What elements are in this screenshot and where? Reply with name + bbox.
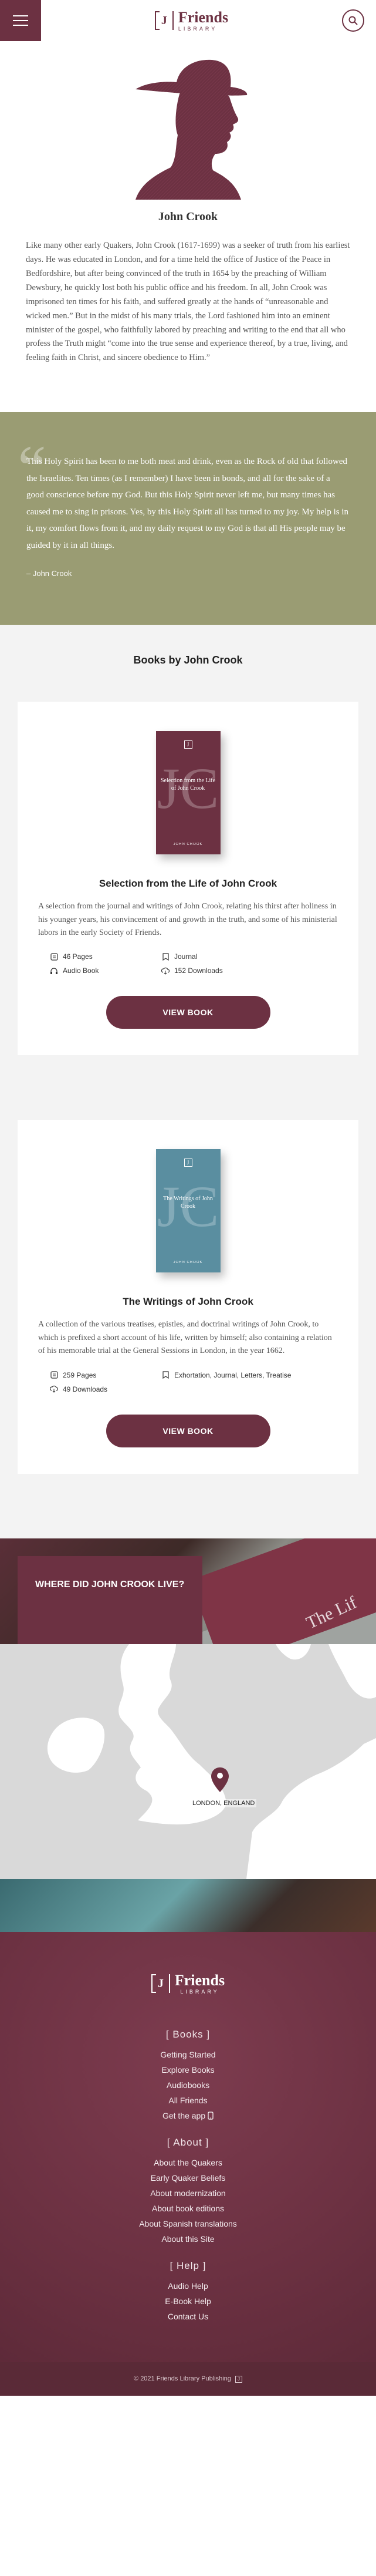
page-count: 46 Pages bbox=[63, 952, 93, 961]
footer-link-all-friends[interactable]: All Friends bbox=[0, 2096, 376, 2105]
logo-title: Friends bbox=[178, 8, 229, 26]
tag-icon bbox=[161, 1371, 170, 1379]
book-title[interactable]: Selection from the Life of John Crook bbox=[38, 878, 338, 890]
hamburger-icon bbox=[13, 15, 28, 16]
footer-logo-title: Friends bbox=[174, 1971, 225, 1989]
footer-section-title: [ Books ] bbox=[165, 2028, 211, 2040]
phone-icon bbox=[208, 2112, 214, 2120]
footer-books-section: [ Books ] Getting Started Explore Books … bbox=[0, 2029, 376, 2120]
author-hero: John Crook Like many other early Quakers… bbox=[0, 41, 376, 389]
books-section: Books by John Crook J JC Selection from … bbox=[0, 625, 376, 1538]
book-card: J JC The Writings of John Crook JOHN CRO… bbox=[18, 1120, 358, 1474]
footer-link-editions[interactable]: About book editions bbox=[0, 2204, 376, 2213]
tag-icon bbox=[161, 952, 170, 961]
pages-icon bbox=[50, 952, 58, 961]
footer-logo[interactable]: J Friends LIBRARY bbox=[151, 1971, 225, 1995]
download-count: 152 Downloads bbox=[174, 967, 223, 975]
footer-section-title: [ Help ] bbox=[170, 2260, 206, 2271]
book-tags: Journal bbox=[174, 952, 198, 961]
location-map[interactable]: LONDON, ENGLAND bbox=[0, 1644, 376, 1879]
view-book-button[interactable]: VIEW BOOK bbox=[106, 996, 270, 1029]
small-logo-icon: J bbox=[235, 2375, 242, 2383]
cover-title: The Writings of John Crook bbox=[163, 1196, 213, 1210]
footer-link-spanish[interactable]: About Spanish translations bbox=[0, 2219, 376, 2228]
footer-link-audiobooks[interactable]: Audiobooks bbox=[0, 2080, 376, 2090]
author-quote: “ This Holy Spirit has been to me both m… bbox=[0, 412, 376, 625]
site-logo[interactable]: J Friends LIBRARY bbox=[154, 8, 229, 32]
cover-logo-icon: J bbox=[184, 740, 192, 749]
view-book-button[interactable]: VIEW BOOK bbox=[106, 1414, 270, 1447]
book-card: J JC Selection from the Life of John Cro… bbox=[18, 702, 358, 1056]
footer-link-getting-started[interactable]: Getting Started bbox=[0, 2050, 376, 2059]
map-pin-label: LONDON, ENGLAND bbox=[191, 1799, 257, 1807]
author-name: John Crook bbox=[158, 210, 218, 223]
site-header: J Friends LIBRARY bbox=[0, 0, 376, 41]
footer-help-section: [ Help ] Audio Help E-Book Help Contact … bbox=[0, 2260, 376, 2321]
footer-about-section: [ About ] About the Quakers Early Quaker… bbox=[0, 2137, 376, 2244]
book-tags: Exhortation, Journal, Letters, Treatise bbox=[174, 1371, 292, 1379]
map-heading-box: WHERE DID JOHN CROOK LIVE? bbox=[18, 1555, 202, 1644]
footer-link-contact[interactable]: Contact Us bbox=[0, 2312, 376, 2321]
footer-link-quaker-beliefs[interactable]: Early Quaker Beliefs bbox=[0, 2173, 376, 2183]
map-heading: WHERE DID JOHN CROOK LIVE? bbox=[35, 1579, 185, 1590]
cover-author: JOHN CROOK bbox=[173, 843, 203, 847]
footer-link-about-quakers[interactable]: About the Quakers bbox=[0, 2158, 376, 2167]
book-description: A selection from the journal and writing… bbox=[38, 902, 337, 938]
quote-attribution: – John Crook bbox=[26, 569, 72, 578]
book-cover[interactable]: J JC Selection from the Life of John Cro… bbox=[155, 731, 221, 855]
quote-text: This Holy Spirit has been to me both mea… bbox=[26, 457, 349, 550]
book-cover[interactable]: J JC The Writings of John Crook JOHN CRO… bbox=[155, 1149, 221, 1273]
headphones-icon bbox=[50, 967, 58, 975]
site-footer: J Friends LIBRARY [ Books ] Getting Star… bbox=[0, 1931, 376, 2362]
author-silhouette bbox=[135, 59, 247, 200]
copyright-text: © 2021 Friends Library Publishing bbox=[134, 2375, 231, 2382]
map-banner: The Lif WHERE DID JOHN CROOK LIVE? bbox=[0, 1538, 376, 1644]
footer-link-about-site[interactable]: About this Site bbox=[0, 2234, 376, 2244]
get-app-label: Get the app bbox=[162, 2110, 206, 2120]
audio-book-label: Audio Book bbox=[63, 967, 99, 975]
footer-link-audio-help[interactable]: Audio Help bbox=[0, 2281, 376, 2291]
menu-button[interactable] bbox=[0, 0, 41, 41]
footer-logo-mark: J bbox=[151, 1974, 170, 1994]
download-count: 49 Downloads bbox=[63, 1385, 108, 1393]
footer-link-modernization[interactable]: About modernization bbox=[0, 2188, 376, 2198]
map-section: The Lif WHERE DID JOHN CROOK LIVE? LONDO… bbox=[0, 1538, 376, 1932]
copyright: © 2021 Friends Library Publishing J bbox=[0, 2362, 376, 2396]
cover-title: Selection from the Life of John Crook bbox=[160, 777, 216, 792]
page-count: 259 Pages bbox=[63, 1371, 97, 1379]
footer-link-ebook-help[interactable]: E-Book Help bbox=[0, 2296, 376, 2306]
author-bio: Like many other early Quakers, John Croo… bbox=[26, 241, 350, 363]
book-description: A collection of the various treatises, e… bbox=[38, 1320, 332, 1356]
footer-section-title: [ About ] bbox=[167, 2136, 209, 2148]
search-icon bbox=[348, 16, 358, 25]
books-heading: Books by John Crook bbox=[133, 654, 243, 666]
footer-link-get-app[interactable]: Get the app bbox=[0, 2111, 376, 2120]
cloud-download-icon bbox=[161, 967, 170, 975]
footer-link-explore-books[interactable]: Explore Books bbox=[0, 2065, 376, 2075]
book-meta: 259 Pages Exhortation, Journal, Letters,… bbox=[50, 1371, 338, 1393]
book-title[interactable]: The Writings of John Crook bbox=[38, 1296, 338, 1308]
cover-author: JOHN CROOK bbox=[173, 1261, 203, 1265]
map-land bbox=[47, 1644, 376, 1879]
logo-subtitle: LIBRARY bbox=[178, 25, 218, 32]
cover-logo-icon: J bbox=[184, 1159, 192, 1167]
book-meta: 46 Pages Journal Audio Book 152 Download… bbox=[50, 952, 338, 975]
cloud-download-icon bbox=[50, 1385, 58, 1393]
pages-icon bbox=[50, 1371, 58, 1379]
logo-mark: J bbox=[154, 11, 174, 30]
map-bottom-image bbox=[0, 1878, 376, 1932]
footer-logo-subtitle: LIBRARY bbox=[180, 1988, 219, 1995]
search-button[interactable] bbox=[341, 9, 364, 32]
